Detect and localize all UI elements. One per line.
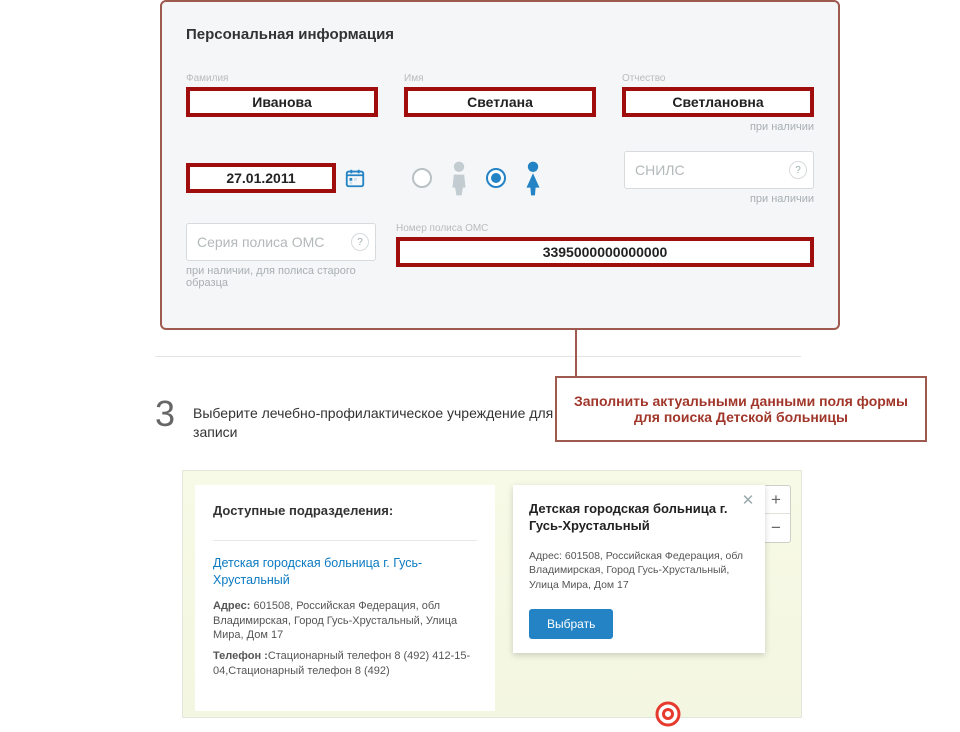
departments-list-card: Доступные подразделения: Детская городск… <box>195 485 495 711</box>
surname-cell: Фамилия Иванова <box>186 73 378 117</box>
gender-female-radio[interactable] <box>486 168 506 188</box>
oms-series-hint: при наличии, для полиса старого образца <box>186 265 376 289</box>
zoom-out-button[interactable]: − <box>762 514 790 542</box>
gender-male-radio[interactable] <box>412 168 432 188</box>
institution-address: Адрес: 601508, Российская Федерация, обл… <box>213 599 477 644</box>
institution-phone: Телефон :Стационарный телефон 8 (492) 41… <box>213 649 477 679</box>
popup-address: Адрес: 601508, Российская Федерация, обл… <box>529 549 749 593</box>
step-3: 3 Выберите лечебно-профилактическое учре… <box>155 396 555 442</box>
surname-input[interactable]: Иванова <box>186 87 378 117</box>
personal-info-panel: Персональная информация Фамилия Иванова … <box>160 0 840 330</box>
patronymic-label: Отчество <box>622 73 814 85</box>
patronymic-cell: Отчество Светлановна при наличии <box>622 73 814 133</box>
snils-hint: при наличии <box>624 193 814 205</box>
help-icon[interactable]: ? <box>789 161 807 179</box>
step-title: Выберите лечебно-профилактическое учрежд… <box>193 396 555 442</box>
institution-link[interactable]: Детская городская больница г. Гусь-Хруст… <box>213 555 477 589</box>
birthdate-input[interactable]: 27.01.2011 <box>186 163 336 193</box>
snils-placeholder: СНИЛС <box>635 162 685 178</box>
zoom-in-button[interactable]: + <box>762 486 790 514</box>
select-button[interactable]: Выбрать <box>529 609 613 639</box>
name-label: Имя <box>404 73 596 85</box>
callout-connector <box>575 330 577 376</box>
oms-series-input[interactable]: Серия полиса ОМС ? <box>186 223 376 261</box>
step-number: 3 <box>155 396 175 432</box>
departments-title: Доступные подразделения: <box>213 503 477 518</box>
divider <box>155 356 801 357</box>
oms-series-placeholder: Серия полиса ОМС <box>197 234 324 250</box>
panel-title: Персональная информация <box>186 26 814 43</box>
surname-label: Фамилия <box>186 73 378 85</box>
help-icon[interactable]: ? <box>351 233 369 251</box>
female-icon <box>520 159 546 197</box>
patronymic-input[interactable]: Светлановна <box>622 87 814 117</box>
name-cell: Имя Светлана <box>404 73 596 117</box>
male-icon <box>446 159 472 197</box>
map-panel[interactable]: + − Доступные подразделения: Детская гор… <box>182 470 802 718</box>
map-zoom-control: + − <box>761 485 791 543</box>
oms-number-input[interactable]: 3395000000000000 <box>396 237 814 267</box>
close-icon[interactable]: ✕ <box>739 491 757 509</box>
name-input[interactable]: Светлана <box>404 87 596 117</box>
oms-number-label: Номер полиса ОМС <box>396 223 814 235</box>
calendar-icon[interactable] <box>342 165 368 191</box>
annotation-callout: Заполнить актуальными данными поля формы… <box>555 376 927 442</box>
snils-input[interactable]: СНИЛС ? <box>624 151 814 189</box>
map-marker-icon[interactable] <box>655 701 681 727</box>
map-popup: ✕ Детская городская больница г. Гусь-Хру… <box>513 485 765 653</box>
patronymic-hint: при наличии <box>622 121 814 133</box>
popup-title: Детская городская больница г. Гусь-Хруст… <box>529 501 749 535</box>
divider <box>213 540 477 541</box>
